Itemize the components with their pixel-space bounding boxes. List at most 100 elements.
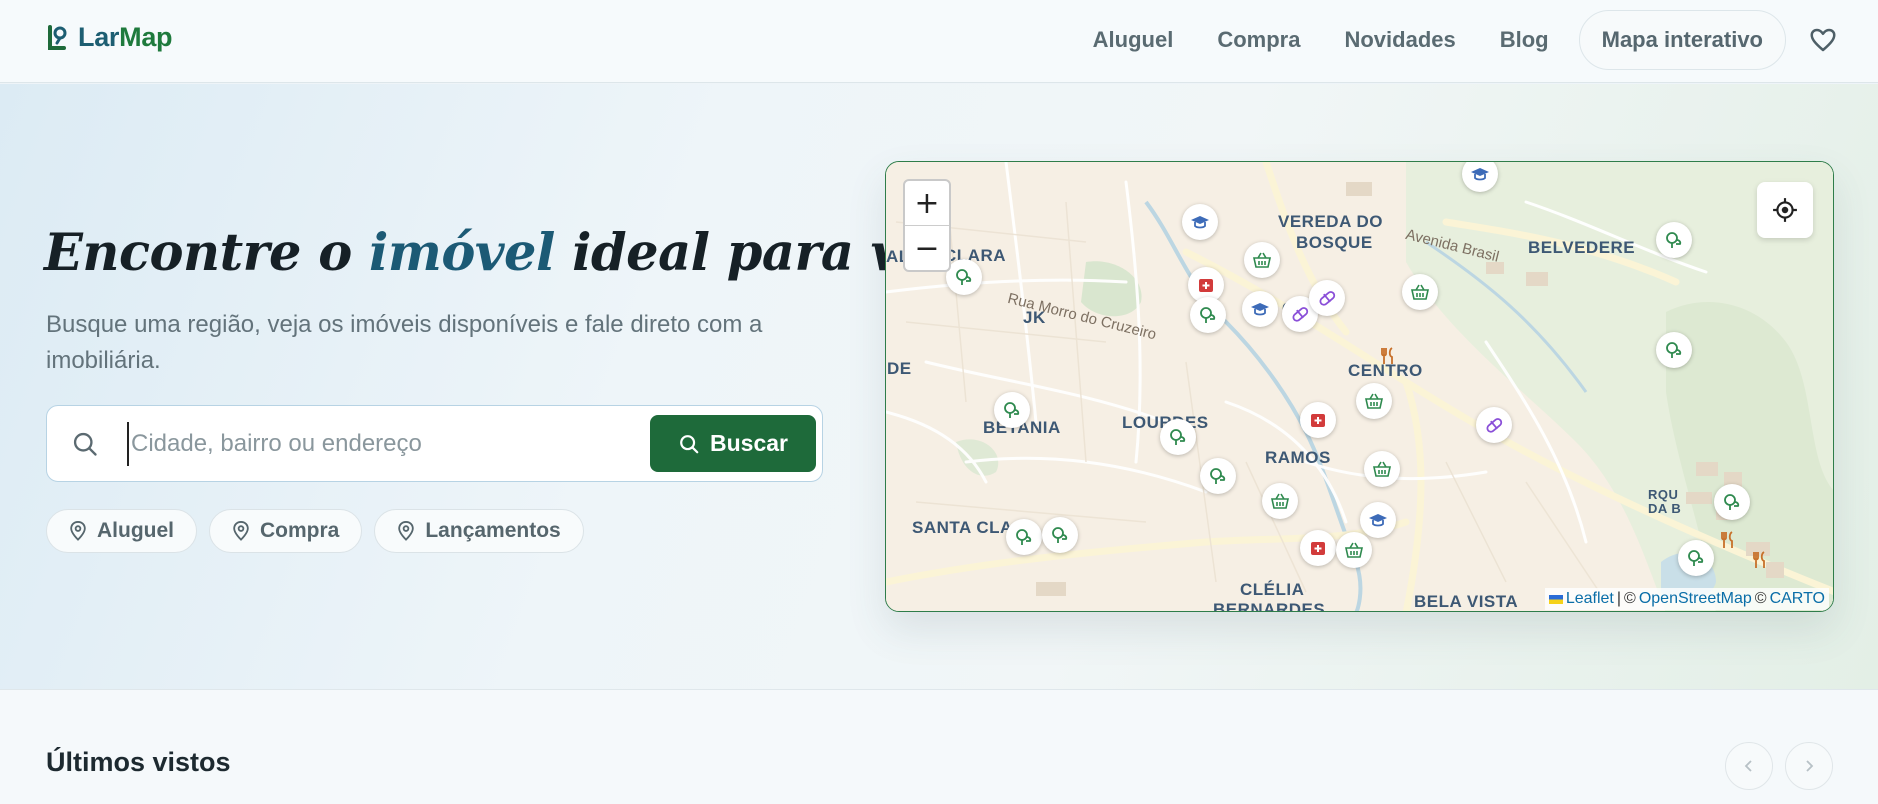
carousel-next-button[interactable] [1785, 742, 1833, 790]
hospital-icon [1311, 542, 1325, 555]
chip-lancamentos[interactable]: Lançamentos [374, 509, 584, 553]
park-marker[interactable] [1714, 484, 1750, 520]
park-marker[interactable] [1678, 540, 1714, 576]
park-marker[interactable] [1006, 519, 1042, 555]
ukraine-flag-icon [1548, 594, 1563, 604]
pill-icon [1292, 307, 1309, 322]
hospital-icon [1199, 279, 1213, 292]
restaurant-marker[interactable] [1370, 338, 1406, 374]
chip-compra[interactable]: Compra [209, 509, 363, 553]
park-marker[interactable] [1160, 419, 1196, 455]
main-nav: Aluguel Compra Novidades Blog Mapa inter… [1071, 10, 1838, 70]
map-label-bernardes: BERNARDES [1213, 600, 1326, 612]
restaurant-marker[interactable] [1742, 542, 1778, 578]
nav-link-compra[interactable]: Compra [1217, 27, 1300, 53]
chip-label: Lançamentos [425, 519, 561, 542]
market-marker[interactable] [1336, 532, 1372, 568]
basket-icon [1345, 542, 1363, 558]
graduation-cap-icon [1369, 514, 1387, 527]
school-marker[interactable] [1242, 291, 1278, 327]
chevron-left-icon [1744, 760, 1752, 772]
park-marker[interactable] [946, 259, 982, 295]
zoom-out-button[interactable]: − [905, 226, 949, 271]
map-label-da-b: DA B [1648, 501, 1682, 516]
map-label-de: DE [887, 359, 912, 378]
pharmacy-marker[interactable] [1309, 280, 1345, 316]
hospital-marker[interactable] [1300, 530, 1336, 566]
park-marker[interactable] [1656, 332, 1692, 368]
park-marker[interactable] [1656, 222, 1692, 258]
cutlery-icon [1753, 551, 1765, 568]
map-label-rqu: RQU [1648, 487, 1679, 502]
hero-subtitle: Busque uma região, veja os imóveis dispo… [46, 311, 763, 374]
tree-icon [956, 269, 972, 285]
hospital-marker[interactable] [1300, 402, 1336, 438]
map-label-santa-clara: SANTA CLA [912, 518, 1013, 537]
favorites-heart-icon[interactable] [1808, 25, 1838, 55]
osm-link[interactable]: OpenStreetMap [1639, 590, 1752, 608]
school-marker[interactable] [1360, 502, 1396, 538]
search-icon [680, 434, 699, 453]
attribution-copyright: © [1754, 590, 1767, 607]
cutlery-icon [1381, 347, 1393, 364]
school-marker[interactable] [1182, 204, 1218, 240]
basket-icon [1373, 461, 1391, 477]
tree-icon [1200, 307, 1216, 323]
market-marker[interactable] [1356, 383, 1392, 419]
chip-aluguel[interactable]: Aluguel [46, 509, 197, 553]
hero-title: Encontre o imóvel ideal para você [44, 223, 996, 283]
top-header: LarMap Aluguel Compra Novidades Blog Map… [0, 0, 1878, 83]
map-label-bela-vista: BELA VISTA [1414, 592, 1519, 611]
market-marker[interactable] [1262, 483, 1298, 519]
carto-link[interactable]: CARTO [1770, 590, 1825, 608]
tree-icon [1170, 429, 1186, 445]
carousel-prev-button[interactable] [1725, 742, 1773, 790]
crosshair-icon [1773, 198, 1797, 222]
search-bar: Buscar [46, 405, 823, 482]
interactive-map-button[interactable]: Mapa interativo [1578, 10, 1786, 70]
map-label-vereda: VEREDA DO [1278, 212, 1383, 231]
park-marker[interactable] [1042, 517, 1078, 553]
zoom-control: + − [903, 179, 951, 272]
location-pin-icon [233, 521, 249, 541]
location-pin-icon [70, 521, 86, 541]
market-marker[interactable] [1364, 451, 1400, 487]
logo-icon [48, 24, 67, 50]
nav-link-novidades[interactable]: Novidades [1344, 27, 1455, 53]
map-label-clelia: CLÉLIA [1240, 580, 1305, 599]
search-button[interactable]: Buscar [650, 415, 816, 472]
market-marker[interactable] [1244, 242, 1280, 278]
tree-icon [1666, 232, 1682, 248]
park-marker[interactable] [1200, 458, 1236, 494]
cutlery-icon [1721, 531, 1733, 548]
locate-me-button[interactable] [1757, 182, 1813, 238]
quick-filter-chips: Aluguel Compra Lançamentos [46, 509, 584, 553]
tree-icon [1666, 342, 1682, 358]
attribution-separator: | [1616, 590, 1622, 607]
pharmacy-marker[interactable] [1476, 407, 1512, 443]
tree-icon [1210, 468, 1226, 484]
market-marker[interactable] [1402, 274, 1438, 310]
nav-link-aluguel[interactable]: Aluguel [1093, 27, 1174, 53]
leaflet-link[interactable]: Leaflet [1566, 590, 1614, 608]
search-input[interactable] [127, 422, 557, 466]
brand-logo[interactable]: LarMap [46, 22, 173, 53]
map-label-bosque: BOSQUE [1296, 233, 1373, 252]
map-attribution: Leaflet | © OpenStreetMap © CARTO [1544, 588, 1829, 610]
tree-icon [1052, 527, 1068, 543]
basket-icon [1253, 252, 1271, 268]
interactive-map[interactable]: VEREDA DO BOSQUE BELVEDERE AL CLARA JK D… [885, 161, 1834, 612]
basket-icon [1271, 493, 1289, 509]
nav-link-blog[interactable]: Blog [1500, 27, 1549, 53]
tree-icon [1724, 494, 1740, 510]
location-pin-icon [398, 521, 415, 541]
restaurant-marker[interactable] [1710, 522, 1746, 558]
park-marker[interactable] [994, 392, 1030, 428]
park-marker[interactable] [1190, 297, 1226, 333]
map-label-ramos: RAMOS [1265, 448, 1331, 467]
tree-icon [1016, 529, 1032, 545]
tree-icon [1004, 402, 1020, 418]
graduation-cap-icon [1251, 303, 1269, 316]
search-button-label: Buscar [710, 430, 788, 456]
zoom-in-button[interactable]: + [905, 181, 949, 226]
